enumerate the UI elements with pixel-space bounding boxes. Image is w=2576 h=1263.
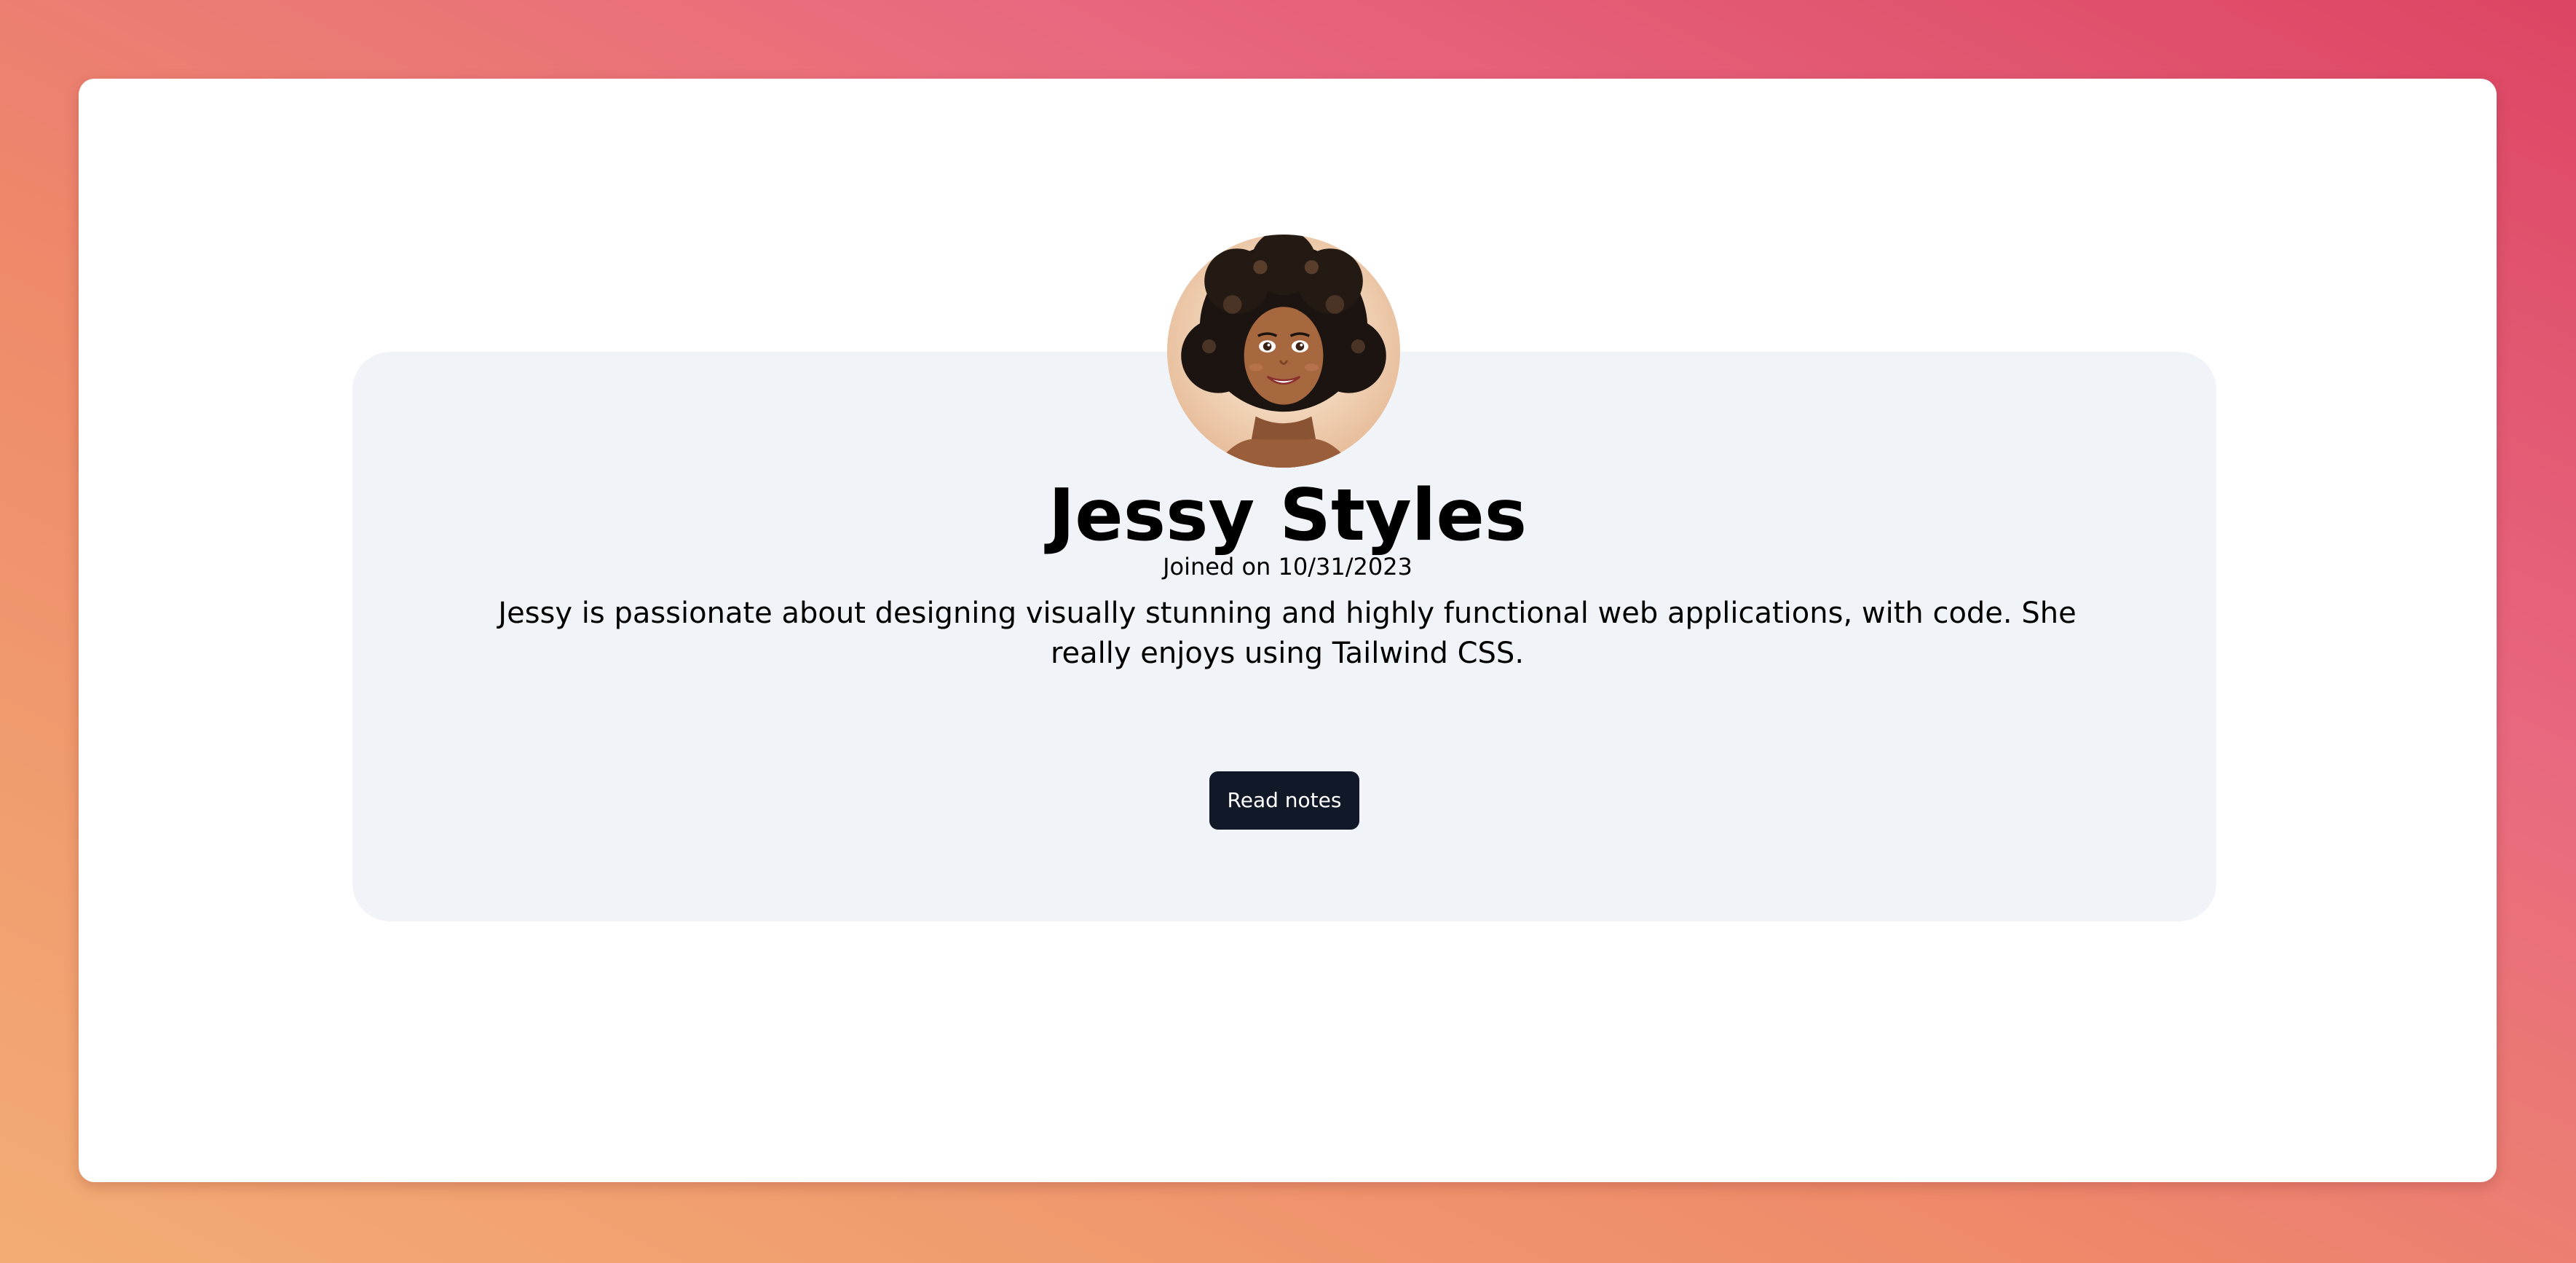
profile-window: Jessy Styles Joined on 10/31/2023 Jessy … bbox=[79, 79, 2497, 1182]
profile-name: Jessy Styles bbox=[1048, 474, 1528, 557]
avatar bbox=[1167, 235, 1400, 468]
read-notes-button[interactable]: Read notes bbox=[1209, 771, 1359, 830]
avatar-portrait-icon bbox=[1167, 235, 1400, 468]
profile-bio: Jessy is passionate about designing visu… bbox=[498, 597, 2077, 670]
joined-date: Joined on 10/31/2023 bbox=[1163, 553, 1413, 581]
